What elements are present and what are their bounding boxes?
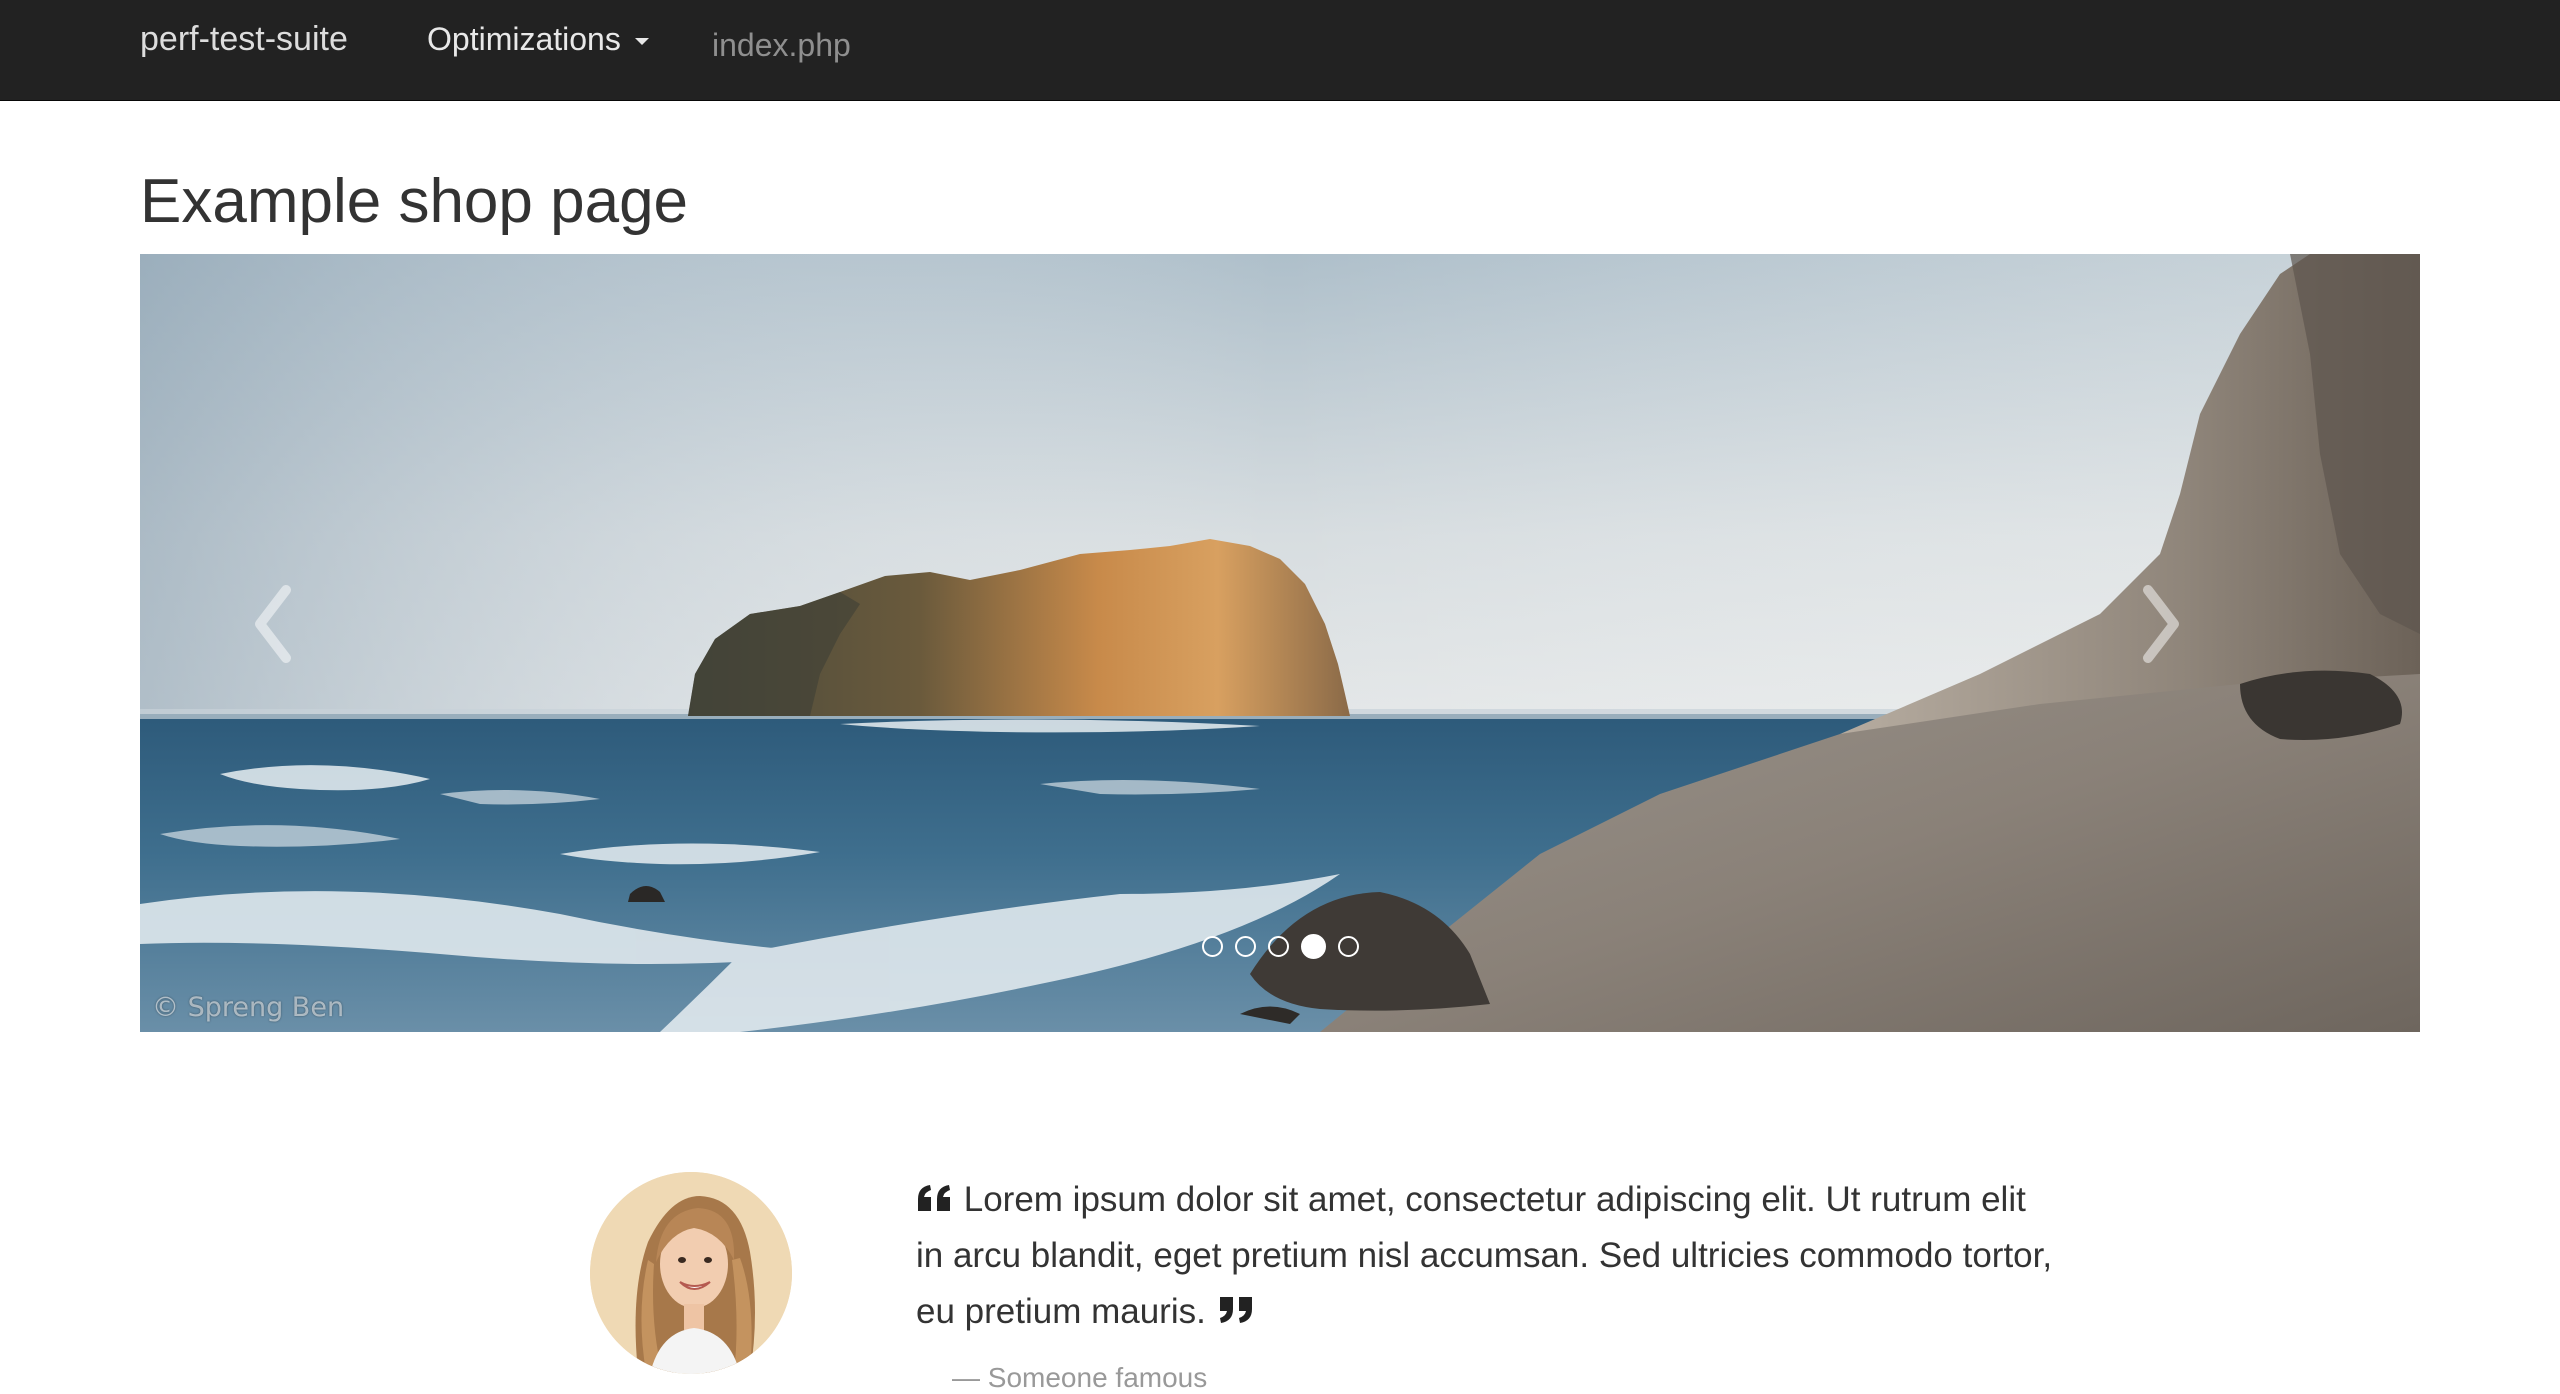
carousel-indicator-2[interactable] [1235, 936, 1256, 957]
testimonial-quote: Lorem ipsum dolor sit amet, consectetur … [916, 1172, 2056, 1340]
top-navbar: perf-test-suite Optimizations index.php [0, 0, 2560, 101]
carousel-indicator-5[interactable] [1338, 936, 1359, 957]
carousel-indicators [1202, 934, 1359, 959]
carousel-slide-image [140, 254, 2420, 1032]
navbar-brand[interactable]: perf-test-suite [140, 18, 348, 60]
optimizations-dropdown[interactable]: Optimizations [427, 18, 649, 60]
chevron-right-icon [2143, 585, 2179, 663]
carousel-indicator-4[interactable] [1301, 934, 1326, 959]
carousel-prev-button[interactable] [250, 584, 370, 704]
photo-credit: © Spreng Ben [152, 992, 345, 1023]
person-avatar-image [590, 1172, 792, 1374]
page-title: Example shop page [140, 167, 689, 236]
testimonial-quote-text: Lorem ipsum dolor sit amet, consectetur … [916, 1180, 2053, 1331]
testimonial-author: — Someone famous [952, 1362, 1208, 1393]
avatar [590, 1172, 792, 1374]
quote-right-icon [1219, 1297, 1252, 1323]
chevron-left-icon [255, 585, 291, 663]
current-page-label: index.php [712, 27, 851, 63]
carousel-next-button[interactable] [2140, 584, 2260, 704]
carousel-indicator-3[interactable] [1268, 936, 1289, 957]
caret-down-icon [634, 37, 649, 45]
quote-left-icon [918, 1185, 950, 1211]
carousel-indicator-1[interactable] [1202, 936, 1223, 957]
image-carousel: © Spreng Ben [140, 254, 2420, 1032]
optimizations-dropdown-label: Optimizations [427, 21, 621, 57]
